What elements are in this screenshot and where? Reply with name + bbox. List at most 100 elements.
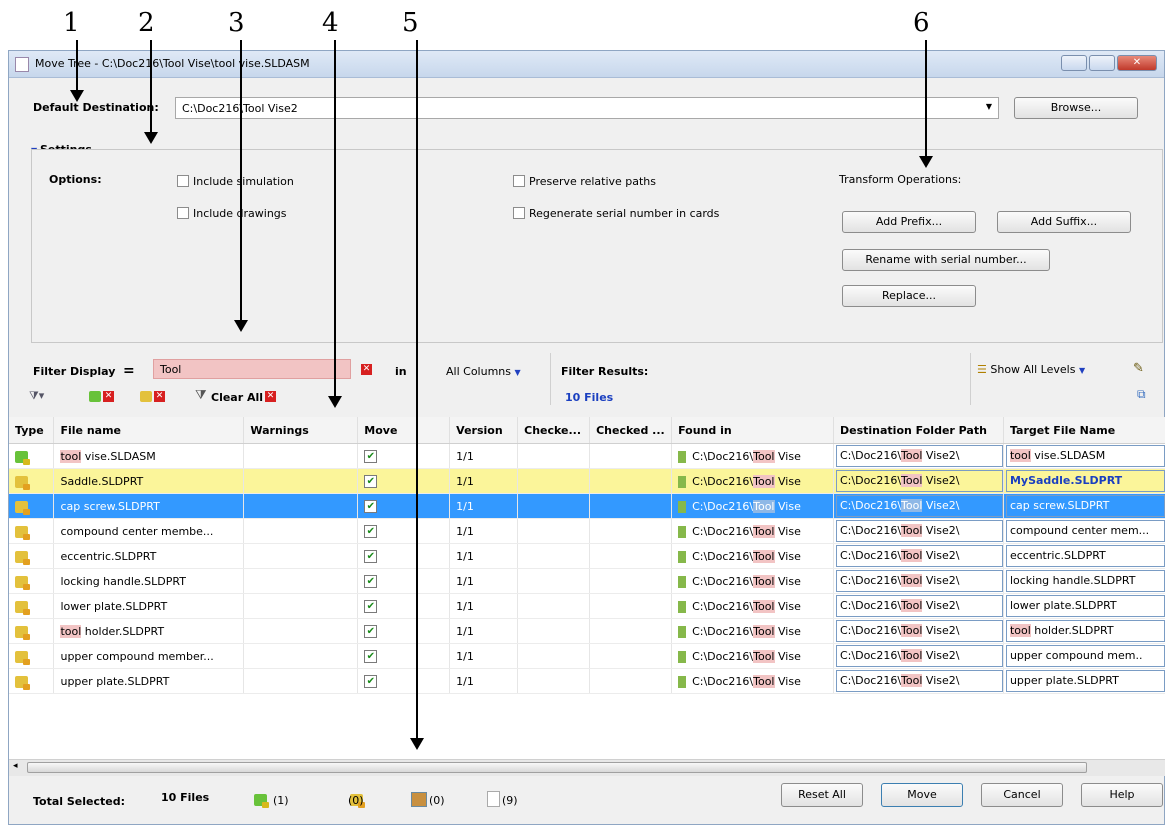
- target-file-cell[interactable]: locking handle.SLDPRT: [1003, 568, 1165, 594]
- help-button[interactable]: Help: [1081, 783, 1163, 807]
- add-prefix-button[interactable]: Add Prefix...: [842, 211, 976, 233]
- browse-button[interactable]: Browse...: [1014, 97, 1138, 119]
- destination-field[interactable]: C:\Doc216\Tool Vise2\: [836, 445, 1003, 467]
- target-file-cell[interactable]: cap screw.SLDPRT: [1003, 493, 1165, 519]
- part-filter-icon[interactable]: [140, 391, 152, 402]
- move-cell[interactable]: ✔: [357, 593, 451, 619]
- column-header-target-file-name[interactable]: Target File Name: [1003, 417, 1165, 444]
- target-file-field[interactable]: tool holder.SLDPRT: [1005, 620, 1165, 642]
- move-cell[interactable]: ✔: [357, 643, 451, 669]
- table-row[interactable]: tool vise.SLDASM ✔ 1/1 C:\Doc216\Tool Vise C…: [9, 443, 1165, 469]
- scrollbar-thumb[interactable]: [27, 762, 1087, 773]
- table-row[interactable]: cap screw.SLDPRT ✔ 1/1 C:\Doc216\Tool Vise C…: [9, 493, 1165, 519]
- destination-field[interactable]: C:\Doc216\Tool Vise2\: [836, 520, 1003, 542]
- cancel-button[interactable]: Cancel: [981, 783, 1063, 807]
- table-row[interactable]: locking handle.SLDPRT ✔ 1/1 C:\Doc216\Tool …: [9, 568, 1165, 594]
- column-header-checked-out-in[interactable]: Checked ...: [589, 417, 673, 444]
- destination-cell[interactable]: C:\Doc216\Tool Vise2\: [833, 543, 1004, 569]
- dropdown-arrow-icon[interactable]: ▼: [986, 102, 992, 111]
- destination-cell[interactable]: C:\Doc216\Tool Vise2\: [833, 568, 1004, 594]
- show-all-levels-dropdown[interactable]: ☰ Show All Levels ▼: [977, 363, 1085, 376]
- add-suffix-button[interactable]: Add Suffix...: [997, 211, 1131, 233]
- file-name-cell[interactable]: cap screw.SLDPRT: [53, 493, 245, 519]
- destination-cell[interactable]: C:\Doc216\Tool Vise2\: [833, 493, 1004, 519]
- include-simulation-checkbox[interactable]: [177, 175, 189, 187]
- target-file-field[interactable]: upper compound mem..: [1005, 645, 1165, 667]
- file-name-cell[interactable]: tool holder.SLDPRT: [53, 618, 245, 644]
- table-row[interactable]: eccentric.SLDPRT ✔ 1/1 C:\Doc216\Tool Vise C…: [9, 543, 1165, 569]
- move-checkbox[interactable]: ✔: [364, 624, 378, 638]
- target-file-cell[interactable]: tool holder.SLDPRT: [1003, 618, 1165, 644]
- close-button[interactable]: ✕: [1117, 55, 1157, 71]
- replace-button[interactable]: Replace...: [842, 285, 976, 307]
- funnel-menu-icon[interactable]: ⧩▾: [29, 389, 44, 403]
- destination-cell[interactable]: C:\Doc216\Tool Vise2\: [833, 668, 1004, 694]
- target-file-cell[interactable]: lower plate.SLDPRT: [1003, 593, 1165, 619]
- scroll-left-icon[interactable]: ◂: [13, 761, 18, 771]
- move-cell[interactable]: ✔: [357, 493, 451, 519]
- move-cell[interactable]: ✔: [357, 518, 451, 544]
- pencil-icon[interactable]: ✎: [1133, 361, 1144, 376]
- target-file-cell[interactable]: upper plate.SLDPRT: [1003, 668, 1165, 694]
- file-name-cell[interactable]: Saddle.SLDPRT: [53, 468, 245, 494]
- include-drawings-checkbox[interactable]: [177, 207, 189, 219]
- move-cell[interactable]: ✔: [357, 618, 451, 644]
- clear-assembly-filter-icon[interactable]: ✕: [103, 391, 114, 402]
- column-header-version[interactable]: Version: [449, 417, 519, 444]
- table-row[interactable]: upper compound member... ✔ 1/1 C:\Doc216\To…: [9, 643, 1165, 669]
- file-name-cell[interactable]: upper plate.SLDPRT: [53, 668, 245, 694]
- file-name-cell[interactable]: upper compound member...: [53, 643, 245, 669]
- column-header-found-in[interactable]: Found in: [671, 417, 834, 444]
- clear-all-button[interactable]: Clear All: [211, 391, 263, 404]
- rename-serial-button[interactable]: Rename with serial number...: [842, 249, 1050, 271]
- horizontal-scrollbar[interactable]: ◂: [9, 759, 1165, 776]
- file-name-cell[interactable]: lower plate.SLDPRT: [53, 593, 245, 619]
- target-file-cell[interactable]: MySaddle.SLDPRT: [1003, 468, 1165, 494]
- table-row[interactable]: compound center membe... ✔ 1/1 C:\Doc216\To…: [9, 518, 1165, 544]
- move-cell[interactable]: ✔: [357, 543, 451, 569]
- target-file-cell[interactable]: upper compound mem..: [1003, 643, 1165, 669]
- column-header-move[interactable]: Move: [357, 417, 451, 444]
- maximize-button[interactable]: [1089, 55, 1115, 71]
- move-cell[interactable]: ✔: [357, 443, 451, 469]
- column-header-checked-out-by[interactable]: Checke...: [517, 417, 591, 444]
- destination-cell[interactable]: C:\Doc216\Tool Vise2\: [833, 518, 1004, 544]
- table-row[interactable]: tool holder.SLDPRT ✔ 1/1 C:\Doc216\Tool Vis…: [9, 618, 1165, 644]
- move-checkbox[interactable]: ✔: [364, 524, 378, 538]
- all-columns-dropdown[interactable]: All Columns ▼: [446, 365, 521, 378]
- column-header-destination-folder[interactable]: Destination Folder Path: [833, 417, 1004, 444]
- filter-input[interactable]: Tool: [153, 359, 351, 379]
- assembly-filter-icon[interactable]: [89, 391, 101, 402]
- file-name-cell[interactable]: locking handle.SLDPRT: [53, 568, 245, 594]
- target-file-field[interactable]: tool vise.SLDASM: [1005, 445, 1165, 467]
- destination-combo[interactable]: C:\Doc216\Tool Vise2 ▼: [175, 97, 999, 119]
- target-file-field[interactable]: cap screw.SLDPRT: [1005, 495, 1165, 517]
- destination-field[interactable]: C:\Doc216\Tool Vise2\: [836, 570, 1003, 592]
- destination-cell[interactable]: C:\Doc216\Tool Vise2\: [833, 618, 1004, 644]
- destination-field[interactable]: C:\Doc216\Tool Vise2\: [836, 620, 1003, 642]
- destination-field[interactable]: C:\Doc216\Tool Vise2\: [836, 645, 1003, 667]
- clear-filter-icon[interactable]: ✕: [361, 364, 372, 375]
- destination-cell[interactable]: C:\Doc216\Tool Vise2\: [833, 468, 1004, 494]
- column-header-warnings[interactable]: Warnings: [243, 417, 359, 444]
- target-file-field[interactable]: lower plate.SLDPRT: [1005, 595, 1165, 617]
- target-file-field[interactable]: eccentric.SLDPRT: [1005, 545, 1165, 567]
- column-header-type[interactable]: Type: [9, 417, 55, 444]
- clear-part-filter-icon[interactable]: ✕: [154, 391, 165, 402]
- move-checkbox[interactable]: ✔: [364, 449, 378, 463]
- move-cell[interactable]: ✔: [357, 568, 451, 594]
- move-checkbox[interactable]: ✔: [364, 499, 378, 513]
- file-name-cell[interactable]: eccentric.SLDPRT: [53, 543, 245, 569]
- target-file-cell[interactable]: eccentric.SLDPRT: [1003, 543, 1165, 569]
- move-cell[interactable]: ✔: [357, 668, 451, 694]
- table-row[interactable]: Saddle.SLDPRT ✔ 1/1 C:\Doc216\Tool Vise C:\D…: [9, 468, 1165, 494]
- file-name-cell[interactable]: compound center membe...: [53, 518, 245, 544]
- preserve-paths-checkbox[interactable]: [513, 175, 525, 187]
- move-button[interactable]: Move: [881, 783, 963, 807]
- minimize-button[interactable]: [1061, 55, 1087, 71]
- move-checkbox[interactable]: ✔: [364, 599, 378, 613]
- table-row[interactable]: upper plate.SLDPRT ✔ 1/1 C:\Doc216\Tool Vis…: [9, 668, 1165, 694]
- destination-field[interactable]: C:\Doc216\Tool Vise2\: [836, 670, 1003, 692]
- file-name-cell[interactable]: tool vise.SLDASM: [53, 443, 245, 469]
- target-file-field[interactable]: locking handle.SLDPRT: [1005, 570, 1165, 592]
